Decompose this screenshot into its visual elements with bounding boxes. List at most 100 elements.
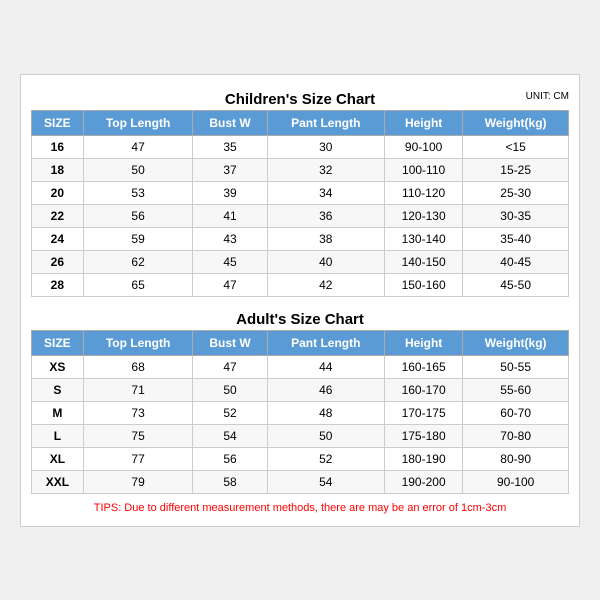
unit-label: UNIT: CM — [526, 91, 569, 102]
table-cell: 32 — [267, 158, 384, 181]
table-cell: 52 — [267, 447, 384, 470]
table-cell: 58 — [193, 470, 267, 493]
table-cell: 130-140 — [384, 227, 462, 250]
table-row: XL775652180-19080-90 — [32, 447, 569, 470]
table-cell: XS — [32, 355, 84, 378]
table-cell: 30 — [267, 135, 384, 158]
children-col-height: Height — [384, 110, 462, 135]
table-cell: 47 — [193, 273, 267, 296]
table-cell: 36 — [267, 204, 384, 227]
adult-col-weight: Weight(kg) — [463, 330, 569, 355]
table-cell: 75 — [83, 424, 193, 447]
table-cell: 120-130 — [384, 204, 462, 227]
table-cell: 62 — [83, 250, 193, 273]
children-col-weight: Weight(kg) — [463, 110, 569, 135]
table-row: 22564136120-13030-35 — [32, 204, 569, 227]
table-row: XS684744160-16550-55 — [32, 355, 569, 378]
table-cell: 110-120 — [384, 181, 462, 204]
table-cell: 44 — [267, 355, 384, 378]
table-row: 18503732100-11015-25 — [32, 158, 569, 181]
table-row: L755450175-18070-80 — [32, 424, 569, 447]
table-row: M735248170-17560-70 — [32, 401, 569, 424]
table-cell: 56 — [83, 204, 193, 227]
table-cell: XXL — [32, 470, 84, 493]
table-cell: 65 — [83, 273, 193, 296]
table-cell: 53 — [83, 181, 193, 204]
table-cell: 45 — [193, 250, 267, 273]
table-cell: 30-35 — [463, 204, 569, 227]
table-row: 1647353090-100<15 — [32, 135, 569, 158]
adult-col-bust-w: Bust W — [193, 330, 267, 355]
table-row: 20533934110-12025-30 — [32, 181, 569, 204]
table-cell: 175-180 — [384, 424, 462, 447]
table-cell: 55-60 — [463, 378, 569, 401]
table-cell: 190-200 — [384, 470, 462, 493]
table-cell: 37 — [193, 158, 267, 181]
table-row: 28654742150-16045-50 — [32, 273, 569, 296]
table-cell: 39 — [193, 181, 267, 204]
table-cell: 73 — [83, 401, 193, 424]
table-cell: 20 — [32, 181, 84, 204]
table-cell: 34 — [267, 181, 384, 204]
table-cell: 54 — [193, 424, 267, 447]
table-cell: <15 — [463, 135, 569, 158]
table-cell: 47 — [193, 355, 267, 378]
table-cell: 140-150 — [384, 250, 462, 273]
table-cell: 150-160 — [384, 273, 462, 296]
table-cell: 68 — [83, 355, 193, 378]
table-cell: 40 — [267, 250, 384, 273]
table-cell: 18 — [32, 158, 84, 181]
adult-title-text: Adult's Size Chart — [236, 311, 364, 328]
table-row: XXL795854190-20090-100 — [32, 470, 569, 493]
table-cell: 28 — [32, 273, 84, 296]
table-cell: 38 — [267, 227, 384, 250]
table-cell: 50 — [83, 158, 193, 181]
adult-col-size: SIZE — [32, 330, 84, 355]
table-cell: 90-100 — [384, 135, 462, 158]
adult-section-title: Adult's Size Chart — [31, 305, 569, 330]
chart-container: Children's Size Chart UNIT: CM SIZE Top … — [20, 74, 580, 527]
adult-col-pant-length: Pant Length — [267, 330, 384, 355]
table-row: 24594338130-14035-40 — [32, 227, 569, 250]
children-col-top-length: Top Length — [83, 110, 193, 135]
table-cell: 77 — [83, 447, 193, 470]
children-title-text: Children's Size Chart — [225, 91, 375, 108]
table-cell: 35-40 — [463, 227, 569, 250]
table-cell: 35 — [193, 135, 267, 158]
tips-text: TIPS: Due to different measurement metho… — [31, 500, 569, 516]
table-cell: 48 — [267, 401, 384, 424]
table-cell: 24 — [32, 227, 84, 250]
table-cell: 43 — [193, 227, 267, 250]
table-cell: 71 — [83, 378, 193, 401]
table-cell: 59 — [83, 227, 193, 250]
table-cell: 26 — [32, 250, 84, 273]
children-col-bust-w: Bust W — [193, 110, 267, 135]
table-cell: 47 — [83, 135, 193, 158]
children-header-row: SIZE Top Length Bust W Pant Length Heigh… — [32, 110, 569, 135]
table-cell: L — [32, 424, 84, 447]
adult-col-top-length: Top Length — [83, 330, 193, 355]
table-cell: 90-100 — [463, 470, 569, 493]
table-cell: S — [32, 378, 84, 401]
table-cell: 160-170 — [384, 378, 462, 401]
table-cell: 40-45 — [463, 250, 569, 273]
adult-col-height: Height — [384, 330, 462, 355]
table-cell: XL — [32, 447, 84, 470]
adult-header-row: SIZE Top Length Bust W Pant Length Heigh… — [32, 330, 569, 355]
table-cell: M — [32, 401, 84, 424]
table-cell: 22 — [32, 204, 84, 227]
table-cell: 25-30 — [463, 181, 569, 204]
table-cell: 180-190 — [384, 447, 462, 470]
table-cell: 50 — [193, 378, 267, 401]
children-col-size: SIZE — [32, 110, 84, 135]
table-cell: 50 — [267, 424, 384, 447]
table-cell: 45-50 — [463, 273, 569, 296]
table-cell: 16 — [32, 135, 84, 158]
table-cell: 52 — [193, 401, 267, 424]
table-cell: 15-25 — [463, 158, 569, 181]
table-cell: 56 — [193, 447, 267, 470]
table-cell: 80-90 — [463, 447, 569, 470]
children-size-table: SIZE Top Length Bust W Pant Length Heigh… — [31, 110, 569, 297]
table-cell: 60-70 — [463, 401, 569, 424]
table-cell: 100-110 — [384, 158, 462, 181]
